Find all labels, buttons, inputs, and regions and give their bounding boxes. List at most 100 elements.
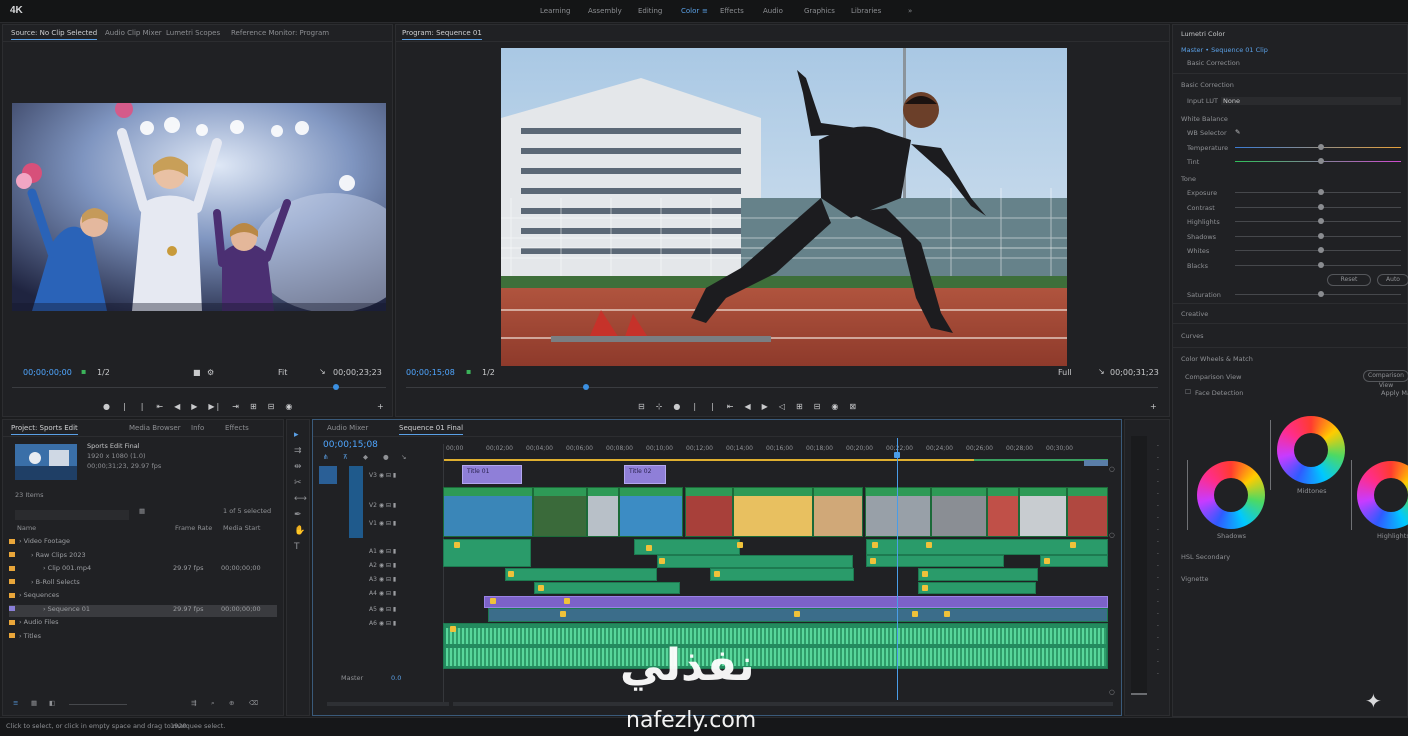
creative-header[interactable]: Creative: [1181, 310, 1208, 318]
saturation-knob[interactable]: [1318, 291, 1324, 297]
pen-tool-icon[interactable]: ✒: [294, 510, 302, 520]
goto-in-icon[interactable]: ⇤: [727, 402, 734, 411]
insert-icon[interactable]: ⊞: [250, 402, 257, 411]
automate-icon[interactable]: ⇶: [191, 699, 196, 707]
out-icon[interactable]: ❘: [709, 402, 716, 411]
temperature-knob[interactable]: [1318, 144, 1324, 150]
list-item[interactable]: › Titles: [9, 632, 277, 644]
video-clip[interactable]: [685, 487, 733, 537]
column-name[interactable]: Name: [17, 524, 36, 532]
play-icon[interactable]: ▶: [191, 402, 197, 411]
mark-in-icon[interactable]: ●: [103, 402, 110, 411]
slip-tool-icon[interactable]: ⟷: [294, 494, 307, 504]
program-timecode-in[interactable]: 00;00;15;08: [406, 368, 455, 377]
goto-out-icon[interactable]: ⇥: [232, 402, 239, 411]
eyedropper-icon[interactable]: ✎: [1235, 128, 1240, 136]
video-clip[interactable]: [443, 487, 533, 537]
white-balance-header[interactable]: White Balance: [1181, 115, 1228, 123]
input-lut-dropdown[interactable]: None: [1221, 97, 1401, 105]
audio-clip[interactable]: [505, 568, 657, 581]
source-playhead[interactable]: [333, 384, 339, 390]
master-value[interactable]: 0.0: [391, 674, 401, 682]
shadows-wheel-slider[interactable]: [1187, 460, 1188, 530]
hsl-secondary-header[interactable]: HSL Secondary: [1181, 553, 1230, 561]
goto-in-icon[interactable]: ⇤: [156, 402, 163, 411]
type-tool-icon[interactable]: T: [294, 542, 300, 552]
source-marker-icon[interactable]: ▪: [81, 367, 86, 376]
title-clip[interactable]: Title 02: [624, 465, 666, 484]
keyframe-chip[interactable]: [508, 571, 514, 577]
new-bin-icon[interactable]: ▦: [139, 507, 145, 515]
video-clip[interactable]: [733, 487, 813, 537]
video-clip[interactable]: [587, 487, 619, 537]
keyframe-chip[interactable]: [454, 542, 460, 548]
keyframe-chip[interactable]: [926, 542, 932, 548]
source-patch-v1[interactable]: [349, 466, 363, 538]
project-search-input[interactable]: [15, 510, 129, 520]
source-scrubber[interactable]: [12, 387, 386, 388]
video-clip[interactable]: [987, 487, 1019, 537]
source-wrench-icon[interactable]: ↘: [319, 367, 326, 376]
track-header-v1[interactable]: V1 ◉ ⊟ ▮: [369, 520, 396, 527]
video-clip[interactable]: [1019, 487, 1067, 537]
shadows-color-wheel[interactable]: [1197, 461, 1265, 529]
keyframe-chip[interactable]: [1070, 542, 1076, 548]
tint-knob[interactable]: [1318, 158, 1324, 164]
overwrite-icon[interactable]: ⊟: [268, 402, 275, 411]
lift-icon[interactable]: ⊞: [796, 402, 803, 411]
export-frame-icon[interactable]: ◉: [831, 402, 838, 411]
mark-in-icon[interactable]: ⊟: [638, 402, 645, 411]
step-back-icon[interactable]: ◀: [174, 402, 180, 411]
keyframe-chip[interactable]: [922, 585, 928, 591]
track-header-a3[interactable]: A3 ◉ ⊟ ▮: [369, 576, 396, 583]
tone-header[interactable]: Tone: [1181, 175, 1196, 183]
audio-clip[interactable]: [1040, 555, 1108, 567]
title-clip[interactable]: Title 01: [462, 465, 522, 484]
auto-button[interactable]: Auto: [1377, 274, 1408, 286]
keyframe-chip[interactable]: [560, 611, 566, 617]
mark-out-icon[interactable]: ⊹: [656, 402, 663, 411]
audio-clip[interactable]: [866, 555, 1004, 567]
color-wheels-header[interactable]: Color Wheels & Match: [1181, 355, 1253, 363]
keyframe-chip[interactable]: [1044, 558, 1050, 564]
ripple-edit-icon[interactable]: ⇹: [294, 462, 302, 472]
vertical-zoom-bar[interactable]: [327, 702, 449, 706]
highlights-color-wheel[interactable]: [1357, 461, 1408, 529]
hand-tool-icon[interactable]: ✋: [294, 526, 305, 536]
contrast-knob[interactable]: [1318, 204, 1324, 210]
icon-view-icon[interactable]: ▦: [31, 699, 37, 707]
tab-audio-mixer[interactable]: Audio Mixer: [327, 424, 368, 432]
list-item[interactable]: › Clip 001.mp4 29.97 fps 00;00;00;00: [9, 564, 277, 576]
highlights-wheel-slider[interactable]: [1351, 460, 1352, 530]
highlights-knob[interactable]: [1318, 218, 1324, 224]
vignette-header[interactable]: Vignette: [1181, 575, 1208, 583]
program-playhead[interactable]: [583, 384, 589, 390]
track-select-icon[interactable]: ⇉: [294, 446, 302, 456]
video-clip[interactable]: [619, 487, 683, 537]
keyframe-chip[interactable]: [538, 585, 544, 591]
midtones-color-wheel[interactable]: [1277, 416, 1345, 484]
playhead-handle[interactable]: [894, 452, 900, 458]
keyframe-chip[interactable]: [714, 571, 720, 577]
program-zoom[interactable]: 1/2: [482, 368, 495, 377]
exposure-knob[interactable]: [1318, 189, 1324, 195]
source-zoom[interactable]: 1/2: [97, 368, 110, 377]
play-icon[interactable]: ▶: [762, 402, 768, 411]
step-forward-icon[interactable]: ▶❘: [208, 402, 221, 411]
audio-clip[interactable]: [918, 582, 1036, 594]
source-stop-icon[interactable]: ■: [193, 368, 201, 377]
video-clip[interactable]: [813, 487, 863, 537]
keyframe-chip[interactable]: [646, 545, 652, 551]
track-header-a4[interactable]: A4 ◉ ⊟ ▮: [369, 590, 396, 597]
list-item[interactable]: › Raw Clips 2023: [9, 551, 277, 563]
keyframe-chip[interactable]: [490, 598, 496, 604]
keyframe-chip[interactable]: [794, 611, 800, 617]
audio-clip[interactable]: [918, 568, 1038, 581]
tab-project[interactable]: Project: Sports Edit: [11, 424, 78, 435]
tab-source[interactable]: Source: No Clip Selected: [11, 29, 98, 40]
step-forward-icon[interactable]: ◁: [779, 402, 785, 411]
lumetri-subtitle[interactable]: Master • Sequence 01 Clip: [1181, 46, 1268, 54]
column-media-start[interactable]: Media Start: [223, 524, 260, 532]
video-clip[interactable]: [865, 487, 931, 537]
horizontal-scrollbar[interactable]: [453, 702, 1113, 706]
